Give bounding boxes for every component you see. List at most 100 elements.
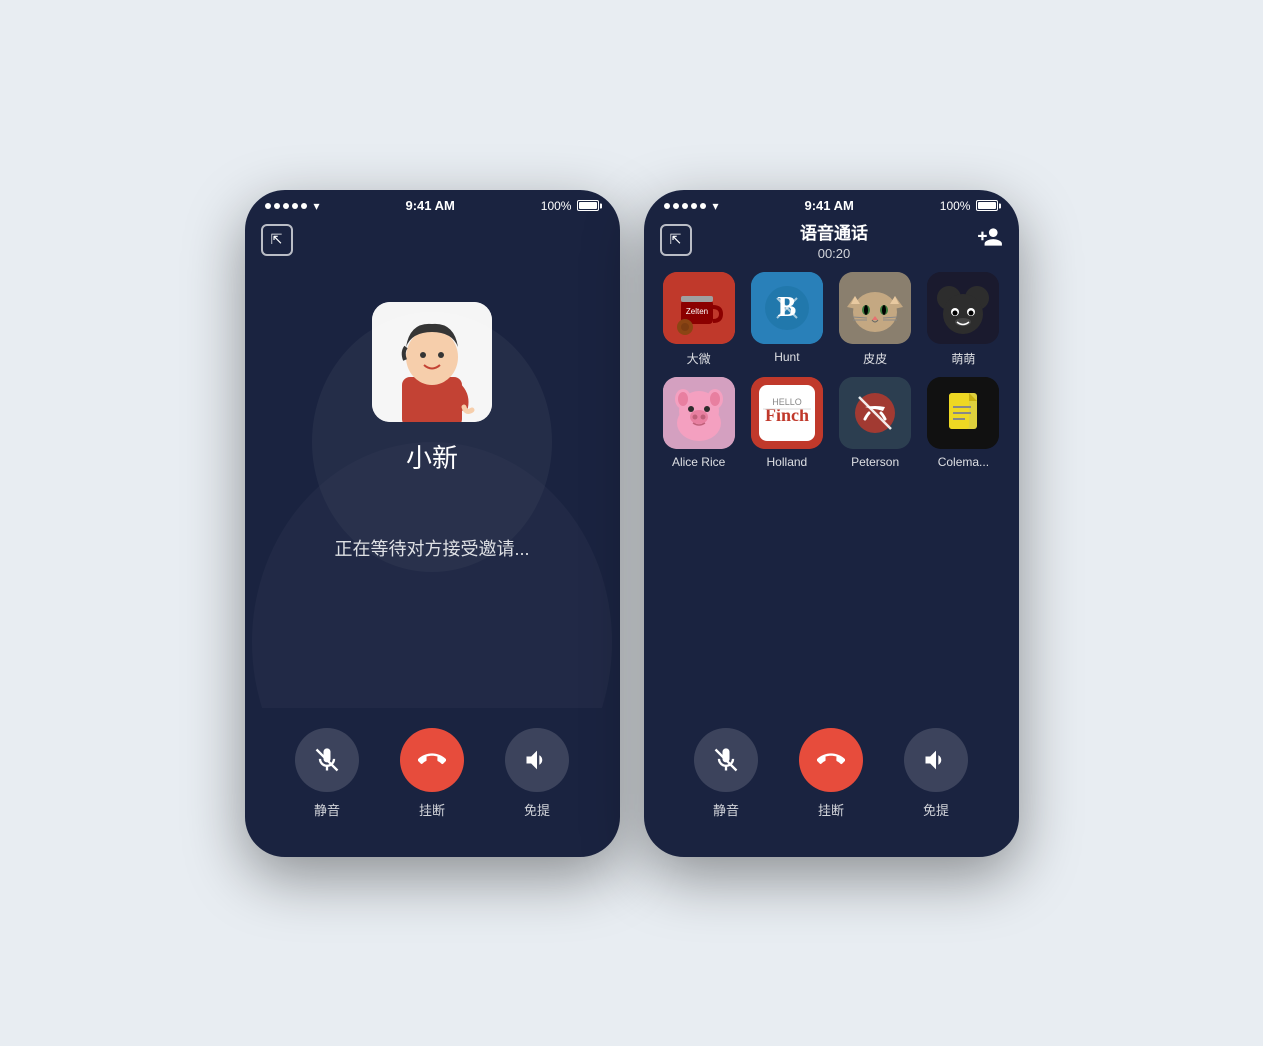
participant-mengmeng: 萌萌: [924, 272, 1002, 367]
speaker-control: 免提: [505, 728, 569, 819]
speaker-label-2: 免提: [923, 800, 949, 819]
nav-bar-1: ⇱: [245, 218, 620, 262]
participants-grid: Zelten 大微 B: [660, 272, 1003, 469]
avatar-peterson[interactable]: [839, 377, 911, 449]
svg-text:Finch: Finch: [765, 405, 809, 425]
name-coleman: Colema...: [938, 455, 989, 469]
name-pipi: 皮皮: [863, 350, 887, 367]
participant-coleman: Colema...: [924, 377, 1002, 469]
status-time-1: 9:41 AM: [405, 198, 454, 213]
avatar-finch-image: HELLO Finch: [751, 377, 823, 449]
name-peterson: Peterson: [851, 455, 899, 469]
speaker-label: 免提: [524, 800, 550, 819]
battery-icon-2: [976, 200, 998, 211]
mute-icon-2: [712, 746, 740, 774]
mute-button[interactable]: [295, 728, 359, 792]
contact-name: 小新: [406, 438, 458, 475]
avatar-mengmeng-image: [927, 272, 999, 344]
avatar-alice[interactable]: [663, 377, 735, 449]
calling-status: 正在等待对方接受邀请...: [334, 535, 529, 561]
add-person-icon: [977, 224, 1003, 250]
title-block: 语音通话 00:20: [800, 219, 868, 261]
phone-calling: ▾ 9:41 AM 100% ⇱: [245, 190, 620, 857]
hangup-label-2: 挂断: [818, 800, 844, 819]
mute-control-2: 静音: [694, 728, 758, 819]
signal-area-2: ▾: [664, 199, 719, 213]
mute-control: 静音: [295, 728, 359, 819]
group-call-content: Zelten 大微 B: [644, 262, 1019, 708]
wifi-icon-2: ▾: [713, 199, 719, 213]
hangup-control-2: 挂断: [799, 728, 863, 819]
mute-label-2: 静音: [713, 800, 739, 819]
avatar-coleman[interactable]: [927, 377, 999, 449]
speaker-icon-2: [922, 746, 950, 774]
mute-label: 静音: [314, 800, 340, 819]
add-participant-button[interactable]: [977, 224, 1003, 256]
signal-dot-2: [274, 203, 280, 209]
participant-pipi: 皮皮: [836, 272, 914, 367]
hangup-button[interactable]: [400, 728, 464, 792]
signal-dot-3: [283, 203, 289, 209]
avatar-mengmeng[interactable]: [927, 272, 999, 344]
controls-row-1: 静音 挂断: [275, 728, 590, 819]
participant-finch-holland: HELLO Finch Holland: [748, 377, 826, 469]
svg-text:Zelten: Zelten: [686, 307, 708, 316]
signal-dot-4: [292, 203, 298, 209]
controls-row-2: 静音 挂断: [674, 728, 989, 819]
participant-alice: Alice Rice: [660, 377, 738, 469]
battery-icon-1: [577, 200, 599, 211]
name-dawai: 大微: [687, 350, 711, 367]
name-hunt: Hunt: [774, 350, 799, 364]
hangup-button-2[interactable]: [799, 728, 863, 792]
avatar-hunt[interactable]: B: [751, 272, 823, 344]
signal-area: ▾: [265, 199, 320, 213]
battery-area-2: 100%: [940, 199, 999, 213]
name-mengmeng: 萌萌: [951, 350, 975, 367]
name-alice: Alice Rice: [672, 455, 725, 469]
avatar-coleman-image: [927, 377, 999, 449]
speaker-icon: [523, 746, 551, 774]
avatar-pipi-image: [839, 272, 911, 344]
battery-percent-1: 100%: [541, 199, 572, 213]
status-bar-1: ▾ 9:41 AM 100%: [245, 190, 620, 218]
avatar-pipi[interactable]: [839, 272, 911, 344]
speaker-button-2[interactable]: [904, 728, 968, 792]
wifi-icon: ▾: [314, 199, 320, 213]
call-timer: 00:20: [818, 246, 851, 261]
call-controls-2: 静音 挂断: [644, 708, 1019, 857]
avatar-image: [372, 302, 492, 422]
avatar-dawai[interactable]: Zelten: [663, 272, 735, 344]
signal-dot-1: [265, 203, 271, 209]
hangup-control: 挂断: [400, 728, 464, 819]
phone-group-call: ▾ 9:41 AM 100% ⇱ 语音通话 00:20: [644, 190, 1019, 857]
hangup-icon: [418, 746, 446, 774]
mute-button-2[interactable]: [694, 728, 758, 792]
avatar-dawai-image: Zelten: [663, 272, 735, 344]
avatar-alice-image: [663, 377, 735, 449]
participant-hunt: B Hunt: [748, 272, 826, 367]
call-controls-1: 静音 挂断: [245, 708, 620, 857]
battery-area-1: 100%: [541, 199, 600, 213]
app-container: ▾ 9:41 AM 100% ⇱: [225, 170, 1039, 877]
nav-bar-2: ⇱ 语音通话 00:20: [644, 218, 1019, 262]
signal-dot-5: [301, 203, 307, 209]
participant-peterson: Peterson: [836, 377, 914, 469]
status-time-2: 9:41 AM: [804, 198, 853, 213]
hangup-label: 挂断: [419, 800, 445, 819]
speaker-control-2: 免提: [904, 728, 968, 819]
avatar-finch[interactable]: HELLO Finch: [751, 377, 823, 449]
mute-icon: [313, 746, 341, 774]
contact-avatar: [372, 302, 492, 422]
battery-percent-2: 100%: [940, 199, 971, 213]
calling-content: 小新 正在等待对方接受邀请...: [245, 262, 620, 708]
collapse-icon-1[interactable]: ⇱: [261, 224, 293, 256]
avatar-hunt-image: B: [751, 272, 823, 344]
status-bar-2: ▾ 9:41 AM 100%: [644, 190, 1019, 218]
name-finch: Holland: [767, 455, 808, 469]
collapse-icon-2[interactable]: ⇱: [660, 224, 692, 256]
participant-dawai: Zelten 大微: [660, 272, 738, 367]
avatar-peterson-image: [839, 377, 911, 449]
speaker-button[interactable]: [505, 728, 569, 792]
call-title: 语音通话: [800, 219, 868, 244]
hangup-icon-2: [817, 746, 845, 774]
